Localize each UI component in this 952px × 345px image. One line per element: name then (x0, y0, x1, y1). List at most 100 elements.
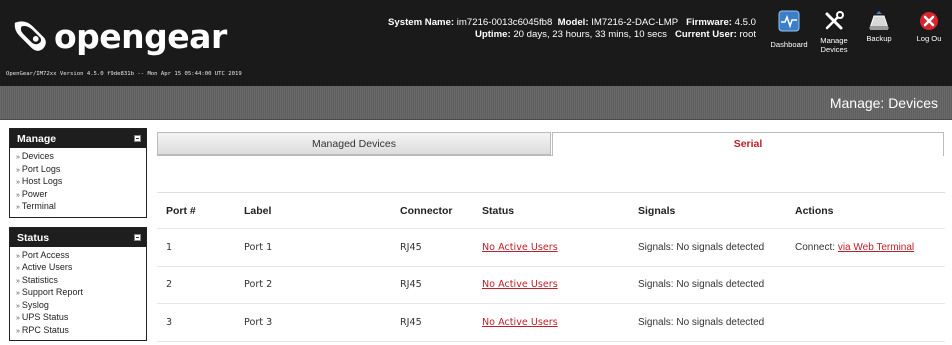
nav-manage-devices-button[interactable]: Manage Devices (811, 10, 857, 54)
sidebar-item-label: RPC Status (21, 324, 69, 335)
sidebar-item-label: UPS Status (21, 312, 69, 322)
collapse-icon[interactable] (134, 135, 141, 142)
table-row: 2 Port 2 RJ45 No Active Users Signals: N… (157, 266, 945, 305)
sidebar-item-rpc-status[interactable]: » RPC Status (16, 325, 146, 338)
status-link[interactable]: No Active Users (482, 279, 558, 290)
col-header-status: Status (473, 192, 629, 229)
cell-connector: RJ45 (391, 303, 473, 342)
col-header-connector: Connector (391, 192, 473, 229)
system-name-value: im7216-0013c6045fb8 (456, 17, 553, 28)
model-value: IM7216-2-DAC-LMP (591, 17, 679, 28)
logo-wordmark: opengear (54, 16, 227, 56)
sidebar-item-syslog[interactable]: » Syslog (16, 300, 146, 313)
sidebar-item-label: Port Logs (21, 163, 61, 174)
cell-connector: RJ45 (391, 228, 473, 267)
model-label: Model: (557, 17, 589, 28)
nav-manage-devices-label: Manage Devices (820, 36, 847, 54)
sidebar-item-host-logs[interactable]: » Host Logs (16, 176, 146, 189)
version-string: OpenGear/IM72xx Version 4.5.0 f9de831b -… (6, 71, 242, 77)
tab-divider (157, 155, 553, 156)
nav-logout-label: Log Ou (916, 34, 942, 43)
tab-managed-devices[interactable]: Managed Devices (157, 132, 551, 155)
nav-backup-label: Backup (866, 34, 892, 43)
cell-actions: Connect: via Web Terminal (786, 228, 945, 267)
current-user-label: Current User: (674, 29, 737, 40)
cell-port: 1 (157, 228, 235, 267)
logout-icon (920, 12, 938, 30)
sidebar-item-label: Host Logs (21, 176, 63, 186)
sidebar-item-ups-status[interactable]: » UPS Status (16, 312, 146, 325)
web-terminal-link[interactable]: via Web Terminal (838, 242, 914, 253)
table-row: 3 Port 3 RJ45 No Active Users Signals: N… (157, 303, 945, 342)
page-banner: Manage: Devices (0, 86, 952, 120)
cell-port: 3 (157, 303, 235, 342)
sidebar-item-label: Devices (21, 151, 54, 161)
firmware-value: 4.5.0 (734, 17, 756, 28)
cell-signals: Signals: No signals detected (629, 228, 786, 267)
sidebar-item-port-access[interactable]: » Port Access (16, 250, 146, 263)
nav-dashboard-button[interactable]: Dashboard (766, 10, 812, 49)
col-header-signals: Signals (629, 192, 786, 229)
sidebar-status-header[interactable]: Status (10, 227, 146, 247)
sidebar-item-label: Statistics (21, 274, 58, 285)
firmware-label: Firmware: (686, 17, 732, 28)
cell-status: No Active Users (473, 303, 629, 342)
table-header-row: Port # Label Connector Status Signals Ac… (157, 192, 945, 229)
nav-dashboard-label: Dashboard (770, 40, 808, 49)
sidebar-item-power[interactable]: » Power (16, 189, 146, 202)
cell-connector: RJ45 (391, 266, 473, 305)
nav-manage-label: Manage (820, 36, 848, 45)
tab-serial[interactable]: Serial (552, 132, 944, 156)
device-tabs: Managed Devices Serial (157, 132, 945, 156)
uptime-value: 20 days, 23 hours, 33 mins, 10 secs (513, 29, 667, 40)
cell-port: 2 (157, 266, 235, 305)
action-prefix: Connect: (795, 241, 836, 253)
collapse-icon[interactable] (134, 233, 141, 241)
sidebar-item-terminal[interactable]: » Terminal (16, 201, 146, 214)
sidebar-manage-title: Manage (17, 133, 57, 145)
col-header-label: Label (235, 192, 391, 229)
sidebar-item-label: Support Report (21, 287, 83, 297)
sidebar-manage-section: Manage » Devices » Port Logs » Host Logs » P… (9, 128, 147, 218)
sidebar-item-label: Active Users (21, 262, 73, 272)
cell-signals: Signals: No signals detected (629, 266, 786, 305)
current-user-value: root (739, 29, 756, 40)
nav-backup-button[interactable]: Backup (856, 10, 902, 43)
sidebar-item-label: Port Access (21, 249, 70, 260)
opengear-logo-icon (14, 21, 46, 51)
status-link[interactable]: No Active Users (482, 242, 558, 253)
cell-label: Port 1 (235, 228, 391, 267)
status-link[interactable]: No Active Users (482, 317, 558, 328)
sidebar-item-statistics[interactable]: » Statistics (16, 275, 146, 288)
cell-actions (786, 266, 945, 305)
sidebar-status-section: Status » Port Access » Active Users » Stati… (9, 226, 147, 341)
opengear-logo[interactable]: opengear (12, 16, 227, 56)
system-info: System Name: im7216-0013c6045fb8 Model: … (388, 17, 756, 41)
sidebar-item-devices[interactable]: » Devices (16, 151, 146, 164)
sidebar-item-label: Power (21, 188, 48, 199)
sidebar-manage-header[interactable]: Manage (10, 129, 146, 148)
backup-icon (869, 11, 889, 30)
sidebar-item-label: Terminal (21, 201, 56, 211)
table-row: 1 Port 1 RJ45 No Active Users Signals: N… (157, 228, 945, 267)
sidebar: Manage » Devices » Port Logs » Host Logs » P… (9, 128, 147, 345)
sidebar-item-port-logs[interactable]: » Port Logs (16, 164, 146, 177)
app-header: opengear OpenGear/IM72xx Version 4.5.0 f… (0, 0, 952, 86)
nav-logout-button[interactable]: Log Ou (906, 10, 952, 43)
cell-status: No Active Users (473, 228, 629, 267)
sidebar-status-title: Status (17, 231, 50, 244)
cell-status: No Active Users (473, 266, 629, 305)
cell-label: Port 3 (235, 303, 391, 342)
col-header-port: Port # (157, 192, 235, 229)
sidebar-item-support-report[interactable]: » Support Report (16, 287, 146, 300)
system-name-label: System Name: (388, 17, 455, 28)
serial-ports-table: Port # Label Connector Status Signals Ac… (157, 192, 945, 342)
col-header-actions: Actions (786, 192, 945, 229)
sidebar-status-items: » Port Access » Active Users » Statistics »… (10, 247, 146, 341)
sidebar-item-active-users[interactable]: » Active Users (16, 262, 146, 275)
page-root: opengear OpenGear/IM72xx Version 4.5.0 f… (0, 0, 952, 345)
cell-label: Port 2 (235, 266, 391, 305)
page-title: Manage: Devices (829, 95, 938, 111)
cell-signals: Signals: No signals detected (629, 303, 786, 342)
dashboard-icon (778, 10, 800, 32)
